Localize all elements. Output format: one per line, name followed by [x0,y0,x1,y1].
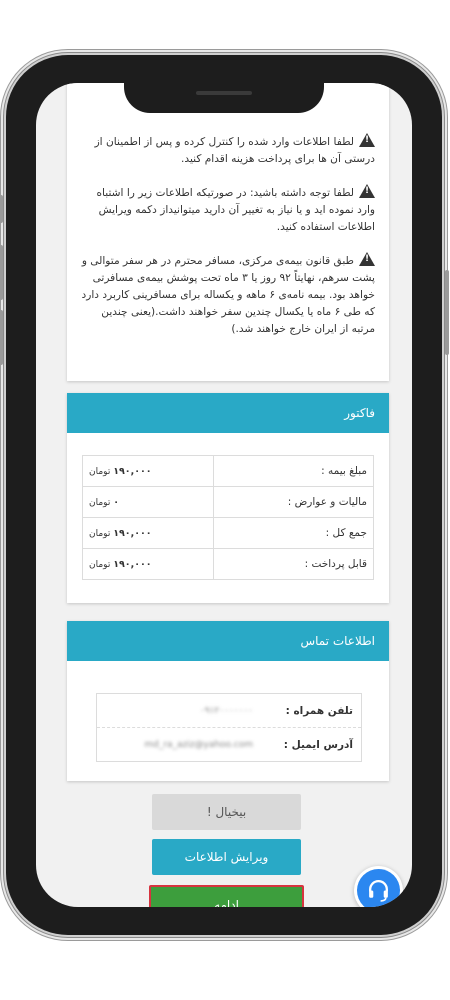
warning-icon [359,184,375,198]
invoice-label: مالیات و عوارض : [213,486,374,518]
phone-label: تلفن همراه : [285,704,353,717]
mute-switch [0,195,3,223]
contact-card: اطلاعات تماس تلفن همراه : ۰۹۱۲۰۰۰۰۰۰۰ آد… [67,621,389,781]
warnings-card: لطفا اطلاعات وارد شده را کنترل کرده و پس… [67,83,389,381]
contact-title: اطلاعات تماس [67,621,389,661]
invoice-unit: تومان [89,528,111,539]
volume-down-button [0,310,3,365]
invoice-amount: ۱۹۰,۰۰۰ [113,465,152,477]
invoice-label: مبلغ بیمه : [213,455,374,487]
warning-text: لطفا اطلاعات وارد شده را کنترل کرده و پس… [94,136,375,165]
warning-icon [359,252,375,266]
invoice-value: ۰ تومان [82,486,214,518]
invoice-value: ۱۹۰,۰۰۰ تومان [82,548,214,580]
email-label: آدرس ایمیل : [283,738,353,751]
warning-item: لطفا توجه داشته باشید: در صورتیکه اطلاعا… [67,182,389,236]
edit-info-button[interactable]: ویرایش اطلاعات [152,839,301,875]
invoice-amount: ۰ [113,496,120,508]
invoice-value: ۱۹۰,۰۰۰ تومان [82,455,214,487]
warning-text: طبق قانون بیمه‌ی مرکزی، مسافر محترم در ه… [81,255,375,335]
speaker [196,91,252,95]
invoice-label: قابل پرداخت : [213,548,374,580]
warning-item: طبق قانون بیمه‌ی مرکزی، مسافر محترم در ه… [67,250,389,338]
notch [124,83,324,113]
invoice-row: مبلغ بیمه :۱۹۰,۰۰۰ تومان [82,455,374,487]
warning-text: لطفا توجه داشته باشید: در صورتیکه اطلاعا… [96,187,375,233]
phone-value: ۰۹۱۲۰۰۰۰۰۰۰ [199,705,253,716]
support-chat-button[interactable] [357,869,400,907]
invoice-label: جمع کل : [213,517,374,549]
invoice-card: فاکتور مبلغ بیمه :۱۹۰,۰۰۰ تومان مالیات و… [67,393,389,603]
warning-item: لطفا اطلاعات وارد شده را کنترل کرده و پس… [67,131,389,168]
contact-table: تلفن همراه : ۰۹۱۲۰۰۰۰۰۰۰ آدرس ایمیل : md… [96,693,362,762]
cancel-button[interactable]: بیخیال ! [152,794,301,830]
invoice-unit: تومان [89,559,111,570]
invoice-table: مبلغ بیمه :۱۹۰,۰۰۰ تومان مالیات و عوارض … [82,455,374,580]
invoice-row: قابل پرداخت :۱۹۰,۰۰۰ تومان [82,548,374,580]
invoice-amount: ۱۹۰,۰۰۰ [113,558,152,570]
headset-icon [369,880,388,902]
power-button [445,270,449,355]
contact-row-phone: تلفن همراه : ۰۹۱۲۰۰۰۰۰۰۰ [97,694,361,727]
phone-frame: لطفا اطلاعات وارد شده را کنترل کرده و پس… [0,55,449,935]
invoice-row: مالیات و عوارض :۰ تومان [82,486,374,518]
continue-button[interactable]: ادامه [149,885,304,907]
invoice-value: ۱۹۰,۰۰۰ تومان [82,517,214,549]
email-value: md_ra_aziz@yahoo.com [144,739,253,750]
invoice-title: فاکتور [67,393,389,433]
invoice-unit: تومان [89,497,111,508]
volume-up-button [0,245,3,300]
invoice-amount: ۱۹۰,۰۰۰ [113,527,152,539]
invoice-unit: تومان [89,466,111,477]
invoice-row: جمع کل :۱۹۰,۰۰۰ تومان [82,517,374,549]
warning-icon [359,133,375,147]
screen: لطفا اطلاعات وارد شده را کنترل کرده و پس… [36,83,412,907]
contact-row-email: آدرس ایمیل : md_ra_aziz@yahoo.com [97,727,361,761]
